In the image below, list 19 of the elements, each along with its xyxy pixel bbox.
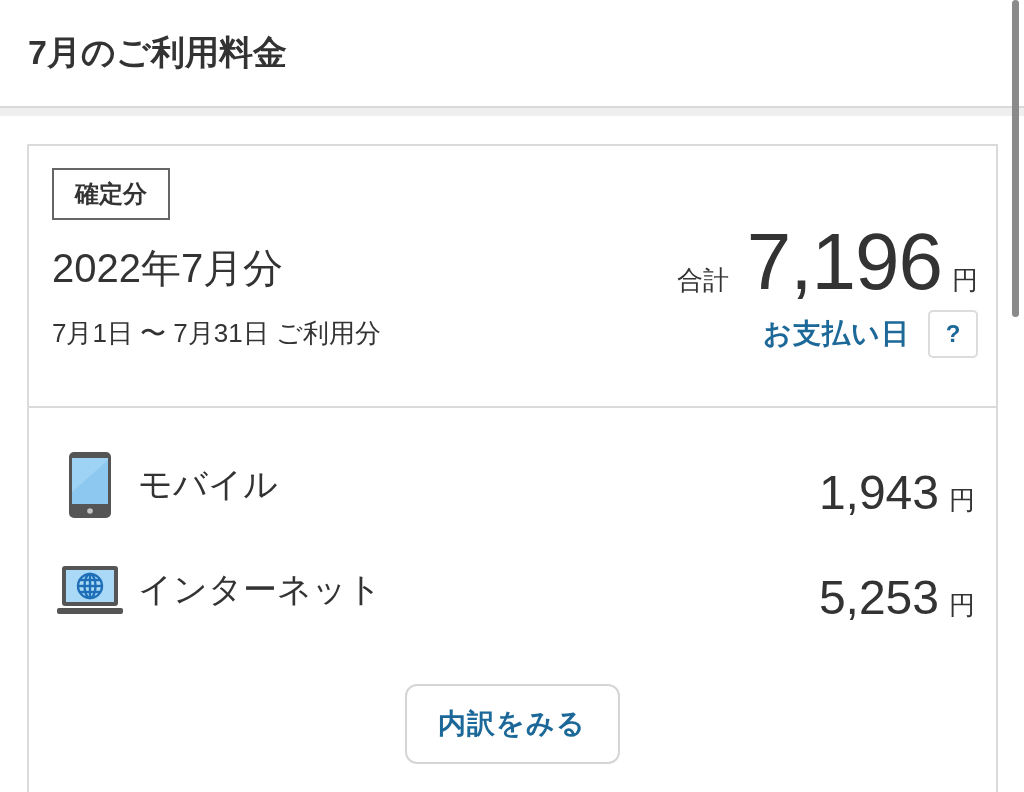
billing-period: 2022年7月分 xyxy=(52,245,284,292)
currency-unit: 円 xyxy=(952,264,978,297)
date-range: 7月1日 〜 7月31日 ご利用分 xyxy=(52,317,381,349)
payment-date-link[interactable]: お支払い日 xyxy=(763,315,910,353)
total-amount: 7,196 xyxy=(746,226,942,298)
page-title: 7月のご利用料金 xyxy=(28,32,287,73)
service-name: インターネット xyxy=(138,569,382,610)
service-amount: 5,253 xyxy=(818,569,939,625)
service-name: モバイル xyxy=(138,464,278,505)
scrollbar-thumb[interactable] xyxy=(1012,0,1019,317)
smartphone-icon xyxy=(69,452,111,518)
currency-unit: 円 xyxy=(949,588,975,622)
help-button[interactable]: ? xyxy=(928,310,978,358)
details-button[interactable]: 内訳をみる xyxy=(404,684,620,764)
service-amount: 1,943 xyxy=(818,464,939,520)
laptop-globe-icon xyxy=(57,566,123,614)
currency-unit: 円 xyxy=(949,483,975,517)
status-badge: 確定分 xyxy=(52,168,170,220)
total-label: 合計 xyxy=(676,264,729,297)
